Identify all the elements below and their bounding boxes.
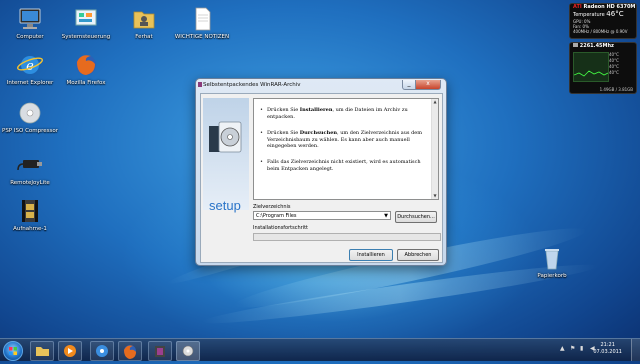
computer-icon: [15, 6, 45, 32]
gpu-row: 400MHz / 800MHz @ 0.90V: [573, 29, 628, 34]
taskbar-sfx-dialog[interactable]: [176, 341, 200, 361]
cpu-graph: [573, 52, 609, 82]
clock-time: 21:21: [600, 342, 615, 348]
firefox-icon: [71, 52, 101, 78]
tray-chevron-icon[interactable]: ▲: [560, 345, 565, 352]
disc-icon: [15, 100, 45, 126]
scrollbar[interactable]: ▲ ▼: [431, 99, 438, 199]
dialog-body: setup • Drücken Sie Installieren, um die…: [200, 93, 443, 263]
recycle-bin-icon: [537, 245, 567, 271]
destination-label: Zielverzeichnis: [253, 204, 291, 210]
desktop-icon-remotejoylite[interactable]: RemoteJoyLite: [0, 152, 60, 187]
desktop-icon-firefox[interactable]: Mozilla Firefox: [56, 52, 116, 87]
instructions-textbox[interactable]: • Drücken Sie Installieren, um die Datei…: [253, 98, 439, 200]
usb-cable-icon: [15, 152, 45, 178]
memory-usage: 1.49GB / 3.81GB: [599, 87, 633, 92]
cpu-monitor-gadget[interactable]: 2261.45Mhz 40°C 40°C 40°C 40°C 1.49GB / …: [569, 42, 637, 94]
setup-banner: setup: [203, 98, 249, 213]
desktop-icon-notes[interactable]: WICHTIGE NOTIZEN: [172, 6, 232, 41]
gpu-monitor-gadget[interactable]: ATI Radeon HD 6370M Temperature 46°C GPU…: [569, 3, 637, 39]
taskbar-explorer[interactable]: [30, 341, 54, 361]
desktop-icon-label: Internet Explorer: [6, 80, 54, 86]
taskbar-clock[interactable]: 21:21 07.03.2011: [593, 342, 622, 356]
progress-label: Installationsfortschritt: [253, 225, 309, 231]
internet-explorer-icon: e: [15, 52, 45, 78]
cancel-button[interactable]: Abbrechen: [397, 249, 439, 261]
gpu-brand: ATI: [573, 4, 582, 10]
instruction-text: Drücken Sie: [267, 107, 300, 113]
instruction-text: Drücken Sie: [267, 130, 300, 136]
instruction-paragraph: • Drücken Sie Durchsuchen, um den Zielve…: [260, 130, 422, 149]
instruction-paragraph: • Falls das Zielverzeichnis nicht existi…: [260, 159, 421, 172]
clock-date: 07.03.2011: [593, 349, 622, 355]
desktop-icon-internet-explorer[interactable]: e Internet Explorer: [0, 52, 60, 87]
scroll-down-icon[interactable]: ▼: [432, 193, 438, 199]
desktop-icon-label: Ferhat: [135, 34, 153, 40]
gpu-temp-label: Temperature: [573, 12, 605, 18]
gpu-temp-value: 46°C: [606, 10, 624, 18]
instruction-text: Falls das Zielverzeichnis nicht existier…: [267, 159, 421, 172]
chevron-down-icon[interactable]: ▼: [384, 212, 388, 221]
dialog-title: Selbstentpackendes WinRAR-Archiv: [203, 82, 301, 88]
windows-logo-icon: [9, 347, 17, 355]
desktop-icon-user-folder[interactable]: Ferhat: [114, 6, 174, 41]
start-button[interactable]: [3, 341, 23, 361]
cpu-core-temp: 40°C: [609, 70, 619, 75]
destination-combobox[interactable]: C:\Program Files ▼: [253, 211, 391, 220]
setup-label: setup: [209, 198, 241, 213]
desktop-icon-label: Mozilla Firefox: [66, 80, 106, 86]
tray-flag-icon[interactable]: ⚑: [570, 345, 575, 352]
instruction-paragraph: • Drücken Sie Installieren, um die Datei…: [260, 107, 408, 120]
desktop-icon-label: WICHTIGE NOTIZEN: [174, 34, 230, 40]
tray-network-icon[interactable]: ▮: [580, 345, 583, 352]
install-button[interactable]: Installieren: [349, 249, 393, 261]
instruction-bold: Installieren: [299, 107, 333, 113]
desktop-icon-recycle-bin[interactable]: Papierkorb: [522, 245, 582, 280]
minimize-button[interactable]: _: [402, 80, 416, 90]
taskbar-winrar[interactable]: [148, 341, 172, 361]
desktop-icon-label: PSP ISO Compressor: [2, 128, 58, 134]
desktop-icon-aufnahme[interactable]: Aufnahme-1: [0, 198, 60, 233]
text-document-icon: [187, 6, 217, 32]
installer-box-icon: [209, 121, 242, 153]
browse-button[interactable]: Durchsuchen...: [395, 211, 437, 223]
desktop-icon-label: Computer: [16, 34, 44, 40]
instruction-bold: Durchsuchen: [299, 130, 338, 136]
show-desktop-button[interactable]: [631, 339, 640, 361]
scroll-up-icon[interactable]: ▲: [432, 99, 438, 105]
taskbar: ▲ ⚑ ▮ ◀ 21:21 07.03.2011: [0, 338, 640, 361]
desktop-icon-psp-iso[interactable]: PSP ISO Compressor: [0, 100, 60, 135]
cpu-chip-icon: [573, 43, 578, 47]
install-progress-bar: [253, 233, 441, 241]
media-player-icon: [64, 345, 76, 357]
close-button[interactable]: x: [415, 80, 441, 90]
firefox-icon: [124, 345, 136, 359]
winrar-icon: [155, 346, 165, 357]
destination-value: C:\Program Files: [256, 213, 297, 219]
desktop-icon-label: Aufnahme-1: [13, 226, 47, 232]
desktop-icon-label: Papierkorb: [537, 273, 567, 279]
taskbar-media-player[interactable]: [58, 341, 82, 361]
desktop-icon-control-panel[interactable]: Systemsteuerung: [56, 6, 116, 41]
taskbar-firefox[interactable]: [118, 341, 142, 361]
cpu-frequency-value: 2261.45Mhz: [579, 43, 614, 49]
disc-tool-icon: [182, 345, 194, 357]
network-icon: [96, 345, 108, 357]
user-folder-icon: [129, 6, 159, 32]
desktop-icon-computer[interactable]: Computer: [0, 6, 60, 41]
video-file-icon: [15, 198, 45, 224]
folder-icon: [36, 347, 49, 356]
winrar-icon: [198, 82, 202, 87]
control-panel-icon: [71, 6, 101, 32]
taskbar-network[interactable]: [90, 341, 114, 361]
winrar-sfx-dialog[interactable]: Selbstentpackendes WinRAR-Archiv _ x set…: [195, 78, 447, 266]
cpu-frequency: 2261.45Mhz: [570, 43, 636, 50]
desktop-icon-label: RemoteJoyLite: [10, 180, 50, 186]
desktop-icon-label: Systemsteuerung: [61, 34, 111, 40]
